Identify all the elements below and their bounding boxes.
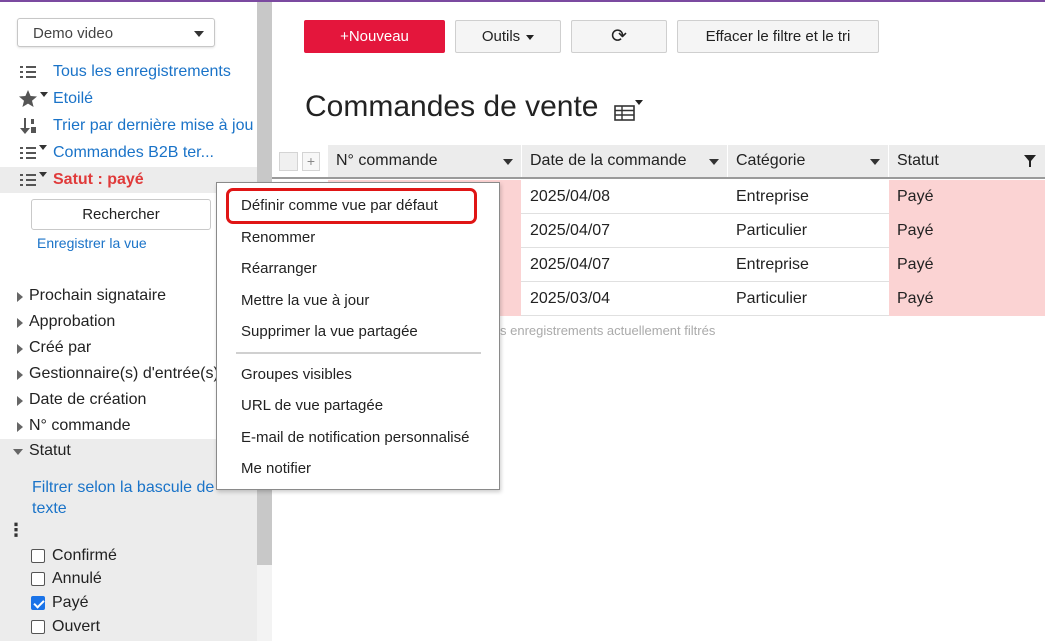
field-label: Date de création bbox=[29, 391, 147, 408]
filter-icon bbox=[1024, 155, 1036, 167]
cell-status: Payé bbox=[889, 180, 1045, 214]
column-label: Catégorie bbox=[736, 152, 806, 169]
field-label: Prochain signataire bbox=[29, 287, 166, 304]
caret-right-icon bbox=[17, 396, 23, 406]
more-vertical-icon[interactable]: ⋮ bbox=[7, 521, 25, 539]
caret-down-icon bbox=[13, 449, 23, 455]
menu-item-notify-me[interactable]: Me notifier bbox=[241, 460, 311, 477]
cell-date: 2025/04/07 bbox=[530, 256, 611, 273]
filtered-records-note: s enregistrements actuellement filtrés bbox=[500, 323, 716, 338]
caret-right-icon bbox=[17, 370, 23, 380]
column-header-status[interactable]: Statut bbox=[889, 145, 1045, 177]
menu-item-rename[interactable]: Renommer bbox=[241, 229, 315, 246]
cell-date: 2025/03/04 bbox=[530, 290, 611, 307]
sidebar-item-label: Satut : payé bbox=[53, 171, 144, 188]
field-label: Gestionnaire(s) d'entrée(s) bbox=[29, 365, 219, 382]
checkbox[interactable] bbox=[31, 572, 45, 586]
column-header-order-date[interactable]: Date de la commande bbox=[522, 145, 727, 177]
menu-item-set-default-view[interactable]: Définir comme vue par défaut bbox=[241, 197, 438, 214]
cell-date: 2025/04/08 bbox=[530, 188, 611, 205]
checkbox-label: Annulé bbox=[52, 570, 102, 587]
caret-right-icon bbox=[17, 318, 23, 328]
tools-label: Outils bbox=[481, 28, 521, 45]
menu-item-shared-view-url[interactable]: URL de vue partagée bbox=[241, 397, 383, 414]
cell-category: Entreprise bbox=[736, 256, 809, 273]
column-header-order-number[interactable]: N° commande bbox=[328, 145, 521, 177]
field-label: Statut bbox=[29, 442, 71, 459]
sidebar-item-starred[interactable]: Etoilé bbox=[0, 86, 257, 112]
sidebar-item-sort-last-update[interactable]: Trier par dernière mise à jou bbox=[0, 113, 257, 139]
column-label: Date de la commande bbox=[530, 152, 687, 169]
menu-item-delete-shared-view[interactable]: Supprimer la vue partagée bbox=[241, 323, 418, 340]
list-icon bbox=[20, 66, 36, 78]
star-icon bbox=[19, 90, 48, 107]
search-button[interactable]: Rechercher bbox=[31, 199, 211, 230]
view-select-value: Demo video bbox=[33, 25, 114, 42]
sidebar-item-label: Commandes B2B ter... bbox=[53, 144, 214, 161]
checkbox[interactable] bbox=[31, 620, 45, 634]
cell-date: 2025/04/07 bbox=[530, 222, 611, 239]
add-column-button[interactable]: + bbox=[302, 152, 320, 171]
clear-filter-sort-button[interactable]: Effacer le filtre et le tri bbox=[677, 20, 879, 53]
view-select[interactable]: Demo video bbox=[17, 18, 215, 47]
refresh-button[interactable]: ⟳ bbox=[571, 20, 667, 53]
sidebar-item-all-records[interactable]: Tous les enregistrements bbox=[0, 59, 257, 85]
list-icon bbox=[20, 145, 47, 159]
chevron-down-icon bbox=[709, 159, 719, 165]
chevron-down-icon bbox=[194, 31, 204, 37]
cell-category: Entreprise bbox=[736, 188, 809, 205]
new-record-button[interactable]: +Nouveau bbox=[304, 20, 445, 53]
menu-item-custom-notification-email[interactable]: E-mail de notification personnalisé bbox=[241, 429, 469, 446]
chevron-down-icon bbox=[870, 159, 880, 165]
checkbox-label: Payé bbox=[52, 594, 89, 611]
cell-status: Payé bbox=[889, 248, 1045, 282]
page-title: Commandes de vente bbox=[305, 90, 599, 123]
cell-category: Particulier bbox=[736, 290, 808, 307]
field-label: Approbation bbox=[29, 313, 116, 330]
chevron-down-icon bbox=[526, 34, 535, 40]
field-label: Créé par bbox=[29, 339, 92, 356]
refresh-icon: ⟳ bbox=[611, 26, 627, 47]
checkbox-label: Confirmé bbox=[52, 547, 117, 564]
column-header-category[interactable]: Catégorie bbox=[728, 145, 888, 177]
tools-button[interactable]: Outils bbox=[455, 20, 561, 53]
chevron-down-icon bbox=[503, 159, 513, 165]
cell-status: Payé bbox=[889, 282, 1045, 316]
checkbox-checked[interactable] bbox=[31, 596, 45, 610]
column-label: N° commande bbox=[336, 152, 438, 169]
cell-status: Payé bbox=[889, 214, 1045, 248]
caret-right-icon bbox=[17, 422, 23, 432]
table-view-icon[interactable] bbox=[614, 99, 646, 123]
list-icon bbox=[20, 172, 47, 186]
menu-separator bbox=[236, 352, 481, 354]
menu-item-update-view[interactable]: Mettre la vue à jour bbox=[241, 292, 369, 309]
menu-item-visible-groups[interactable]: Groupes visibles bbox=[241, 366, 352, 383]
sort-icon bbox=[20, 118, 36, 134]
caret-right-icon bbox=[17, 292, 23, 302]
table-header: N° commande Date de la commande Catégori… bbox=[272, 145, 1045, 179]
sidebar-item-label: Tous les enregistrements bbox=[53, 63, 231, 80]
cell-category: Particulier bbox=[736, 222, 808, 239]
menu-item-rearrange[interactable]: Réarranger bbox=[241, 260, 317, 277]
save-view-link[interactable]: Enregistrer la vue bbox=[37, 235, 147, 251]
filter-text-toggle-link[interactable]: Filtrer selon la bascule de texte bbox=[32, 477, 232, 519]
checkbox[interactable] bbox=[31, 549, 45, 563]
field-label: N° commande bbox=[29, 417, 131, 434]
sidebar-item-b2b-orders[interactable]: Commandes B2B ter... bbox=[0, 140, 257, 166]
view-context-menu: Définir comme vue par défaut Renommer Ré… bbox=[216, 182, 500, 490]
scrollbar-track bbox=[257, 565, 272, 641]
select-all-checkbox[interactable] bbox=[279, 152, 298, 171]
sidebar-item-label: Trier par dernière mise à jou bbox=[53, 117, 254, 134]
checkbox-label: Ouvert bbox=[52, 618, 101, 635]
caret-right-icon bbox=[17, 344, 23, 354]
sidebar-item-label: Etoilé bbox=[53, 90, 94, 107]
column-label: Statut bbox=[897, 152, 939, 169]
